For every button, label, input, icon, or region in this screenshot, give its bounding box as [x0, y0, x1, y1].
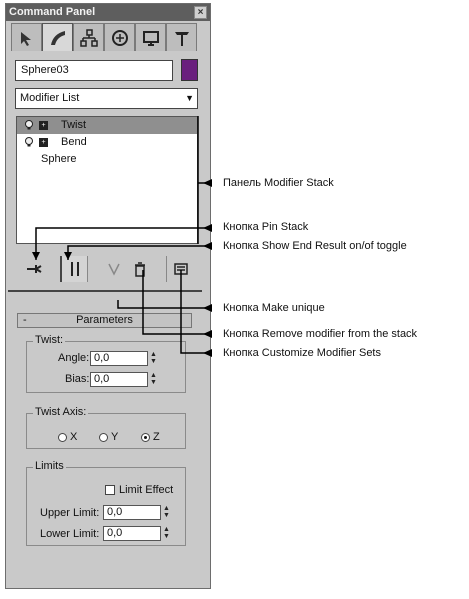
callout-remove-modifier: Кнопка Remove modifier from the stack: [223, 328, 418, 340]
callout-lines: [32, 116, 212, 357]
callout-pin-stack: Кнопка Pin Stack: [223, 221, 309, 233]
callout-make-unique: Кнопка Make unique: [223, 302, 325, 314]
callout-stack-panel: Панель Modifier Stack: [223, 177, 334, 189]
callout-show-end-result: Кнопка Show End Result on/of toggle: [223, 240, 407, 252]
callout-customize-modifier-sets: Кнопка Customize Modifier Sets: [223, 347, 381, 359]
